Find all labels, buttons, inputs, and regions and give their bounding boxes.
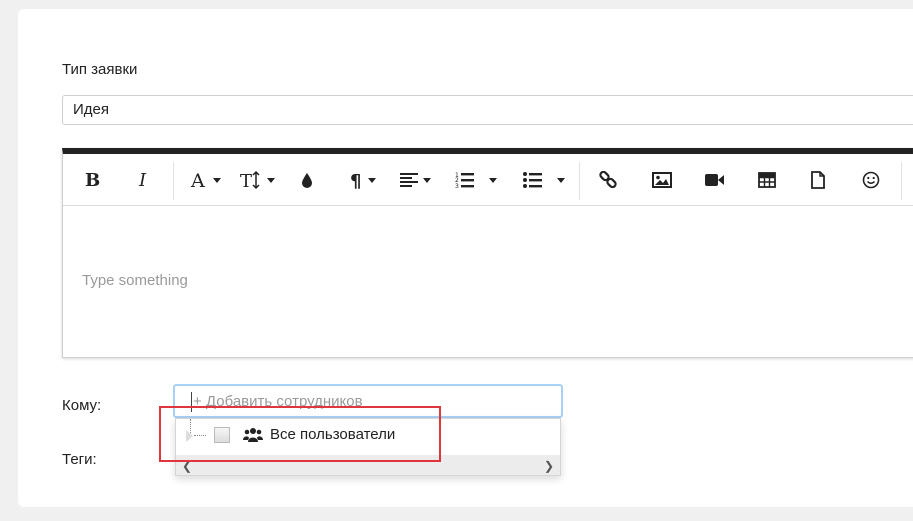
scroll-right-icon[interactable]: ❯	[544, 459, 554, 473]
toolbar-separator	[173, 162, 174, 200]
to-label: Кому:	[62, 397, 102, 414]
request-type-label: Тип заявки	[62, 61, 138, 78]
video-icon[interactable]	[703, 168, 727, 192]
emoji-icon[interactable]	[859, 168, 883, 192]
unordered-list-icon[interactable]	[523, 168, 573, 192]
svg-text:3: 3	[455, 183, 459, 189]
request-type-select[interactable]: Идея	[62, 95, 913, 125]
svg-text:¶: ¶	[350, 171, 361, 190]
text-cursor	[191, 392, 192, 412]
italic-icon[interactable]: I	[133, 168, 155, 192]
file-icon[interactable]	[808, 168, 828, 192]
tree-item-all-users[interactable]: Все пользователи	[176, 419, 560, 453]
editor-content-area[interactable]	[63, 205, 913, 357]
svg-text:B: B	[85, 170, 100, 190]
svg-text:A: A	[190, 170, 205, 190]
tags-label: Теги:	[62, 451, 97, 468]
svg-text:T: T	[240, 171, 252, 190]
tree-item-label: Все пользователи	[270, 426, 396, 443]
image-icon[interactable]	[650, 168, 674, 192]
scroll-left-icon[interactable]: ❮	[182, 459, 192, 473]
paragraph-icon[interactable]: ¶	[345, 168, 379, 192]
ink-drop-icon[interactable]	[297, 168, 317, 192]
editor-placeholder: Type something	[82, 272, 188, 289]
ordered-list-icon[interactable]: 123	[455, 168, 505, 192]
horizontal-scrollbar[interactable]: ❮ ❯	[176, 455, 560, 475]
tree-connector	[194, 435, 206, 436]
all-users-checkbox[interactable]	[214, 427, 230, 443]
editor-toolbar: B I A T ¶ 123	[63, 154, 913, 206]
expand-arrow-icon[interactable]	[186, 430, 193, 442]
svg-text:I: I	[138, 170, 147, 190]
font-size-icon[interactable]: T	[239, 168, 275, 192]
users-icon	[243, 427, 263, 448]
toolbar-separator	[579, 162, 580, 200]
add-employees-input[interactable]: + Добавить сотрудников	[173, 384, 563, 418]
employees-tree-dropdown: Все пользователи ❮ ❯	[175, 418, 561, 476]
rich-text-editor: B I A T ¶ 123 Type something	[62, 148, 913, 358]
toolbar-separator	[901, 162, 902, 200]
font-color-icon[interactable]: A	[187, 168, 223, 192]
add-employees-placeholder: + Добавить сотрудников	[193, 393, 363, 410]
link-icon[interactable]	[597, 168, 619, 192]
table-icon[interactable]	[755, 168, 779, 192]
align-icon[interactable]	[397, 168, 433, 192]
bold-icon[interactable]: B	[81, 168, 103, 192]
